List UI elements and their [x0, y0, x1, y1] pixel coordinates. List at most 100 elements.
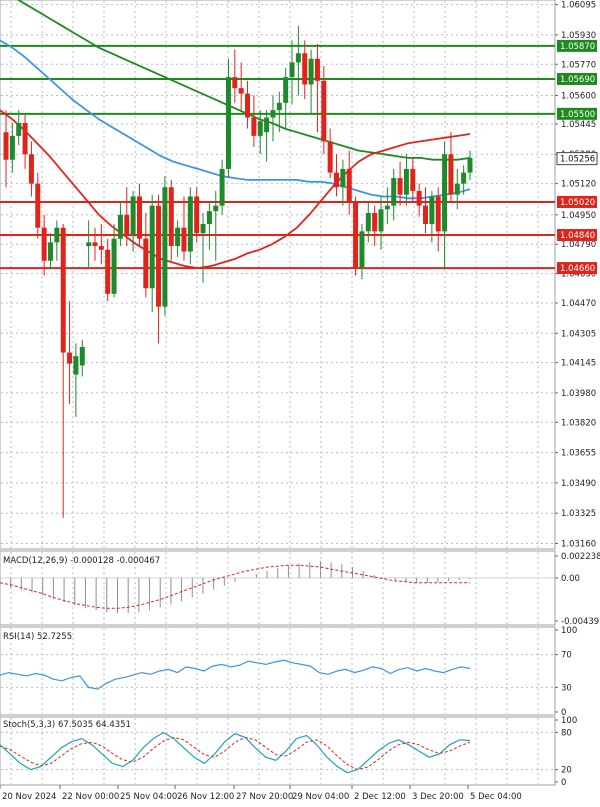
candle-bear: [41, 227, 47, 261]
candle-bull: [429, 196, 435, 225]
candle-bull: [365, 212, 371, 232]
time-tick-label: 3 Dec 20:00: [412, 792, 464, 802]
candle-bear: [143, 238, 149, 289]
candle-bull: [289, 62, 295, 78]
rsi-panel-frame: [0, 626, 556, 716]
candle-bull: [9, 135, 15, 160]
candle-bear: [410, 168, 416, 191]
candle-bull: [442, 154, 448, 232]
candle-bull: [213, 205, 219, 212]
stoch-tick-label: 20: [561, 766, 572, 776]
candle-bear: [238, 88, 244, 94]
stoch-title: Stoch(5,3,3) 67.5035 64.4351: [3, 720, 131, 730]
candle-bear: [251, 117, 257, 136]
candle-bear: [245, 93, 251, 118]
price-tick-label: 1.04950: [561, 211, 596, 221]
price-tick-label: 1.05770: [561, 60, 596, 70]
current-price-label: 1.05256: [560, 155, 595, 165]
candle-bull: [86, 242, 92, 247]
stoch-tick-label: 0: [561, 778, 566, 788]
price-panel-frame: [0, 0, 556, 550]
price-tick-label: 1.03655: [561, 449, 596, 459]
candle-bear: [35, 183, 41, 228]
resistance-level-label: 1.05690: [560, 75, 595, 85]
candle-bull: [378, 209, 384, 232]
candle-bear: [334, 172, 340, 188]
price-tick-label: 1.03820: [561, 418, 596, 428]
price-axis: 1.06095 1.05930 1.05770 1.05600 1.05445 1.052…: [555, 1, 598, 549]
price-tick-label: 1.05600: [561, 91, 596, 101]
candle-bull: [175, 227, 181, 247]
candle-bull: [79, 347, 85, 366]
candle-bear: [397, 178, 403, 195]
stoch-panel: Stoch(5,3,3) 67.5035 64.4351 100 80 20 0: [0, 716, 577, 788]
candle-bear: [168, 187, 174, 247]
candle-bear: [435, 196, 441, 232]
candle-bear: [346, 168, 352, 202]
candle-bull: [264, 117, 270, 133]
candle-bull: [149, 205, 155, 289]
candle-bull: [391, 178, 397, 206]
candle-bull: [225, 77, 231, 169]
candle-bear: [92, 242, 98, 247]
time-axis: 20 Nov 2024 22 Nov 00:00 25 Nov 04:00 26 No…: [0, 785, 522, 802]
candle-bull: [359, 231, 365, 269]
time-tick-label: 29 Nov 04:00: [292, 792, 349, 802]
candle-bull: [340, 168, 346, 188]
time-tick-label: 2 Dec 12:00: [354, 792, 406, 802]
candle-bull: [54, 227, 60, 243]
candle-bear: [181, 227, 187, 252]
candle-bull: [295, 53, 301, 63]
price-tick-label: 1.03160: [561, 539, 596, 549]
candle-bull: [461, 172, 467, 184]
rsi-title: RSI(14) 52.7255: [3, 632, 72, 642]
price-tick-label: 1.03325: [561, 509, 596, 519]
candle-bear: [60, 227, 66, 353]
candle-bear: [302, 53, 308, 85]
candle-bull: [283, 77, 289, 103]
time-tick-label: 26 Nov 12:00: [177, 792, 234, 802]
candle-bear: [98, 246, 104, 250]
support-level-label: 1.04840: [560, 231, 595, 241]
candle-bull: [200, 224, 206, 234]
macd-title: MACD(12,26,9) -0.000128 -0.000467: [3, 556, 160, 566]
candle-bull: [467, 157, 473, 173]
price-tick-label: 1.04790: [561, 240, 596, 250]
time-tick-label: 27 Nov 20:00: [236, 792, 293, 802]
candle-bull: [16, 123, 22, 136]
candle-bull: [403, 168, 409, 195]
candle-bear: [3, 132, 9, 160]
candle-bull: [162, 187, 168, 307]
candle-bear: [423, 205, 429, 225]
candle-bear: [232, 77, 238, 89]
macd-tick-label: 0.00: [561, 574, 580, 584]
candle-bear: [372, 212, 378, 232]
candle-bull: [206, 211, 212, 225]
candle-bull: [270, 110, 276, 118]
price-tick-label: 1.05445: [561, 120, 596, 130]
support-level-label: 1.05020: [560, 198, 595, 208]
candle-bull: [308, 58, 314, 85]
time-tick-label: 20 Nov 2024: [2, 792, 56, 802]
candle-bull: [187, 196, 193, 252]
candle-bear: [67, 352, 73, 364]
stoch-axis: 100 80 20 0: [555, 716, 577, 788]
candle-bear: [416, 190, 422, 206]
time-tick-label: 25 Nov 04:00: [120, 792, 177, 802]
rsi-tick-label: 100: [561, 626, 577, 636]
candle-bull: [73, 356, 79, 375]
price-tick-label: 1.04470: [561, 299, 596, 309]
resistance-level-label: 1.05870: [560, 42, 595, 52]
rsi-axis: 10070300: [555, 626, 577, 718]
rsi-tick-label: 30: [561, 683, 572, 693]
price-tick-label: 1.04305: [561, 329, 596, 339]
candle-bear: [321, 80, 327, 142]
candle-bull: [276, 102, 282, 111]
stoch-tick-label: 100: [561, 716, 577, 726]
candle-bull: [219, 168, 225, 206]
candle-bull: [117, 214, 123, 239]
candle-bear: [105, 249, 111, 294]
candle-bear: [124, 214, 130, 236]
price-tick-label: 1.05120: [561, 180, 596, 190]
support-level-label: 1.04660: [560, 264, 595, 274]
